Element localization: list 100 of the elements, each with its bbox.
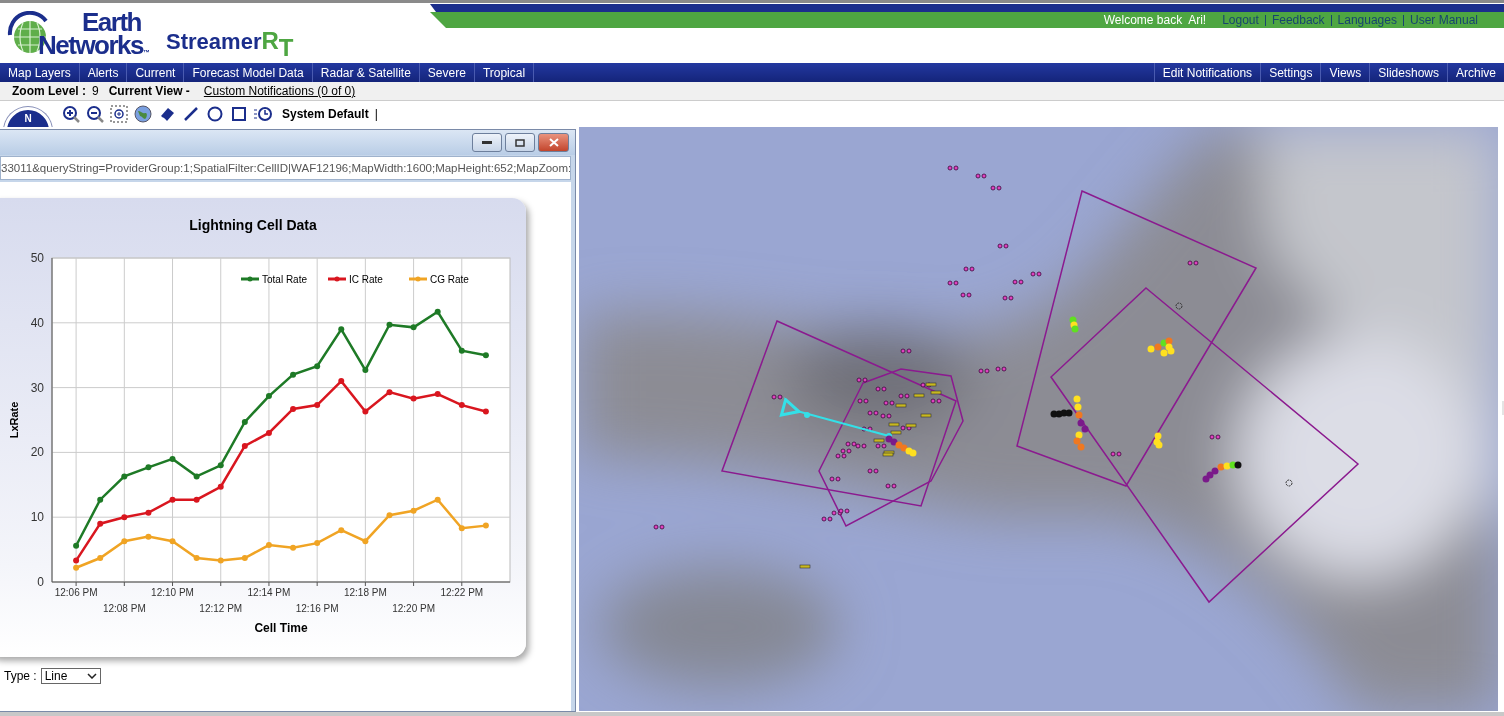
logo-text: Networks [38,33,144,57]
y-axis-title: LxRate [8,401,20,439]
data-point [386,512,393,519]
data-point [410,324,417,331]
strike-marker [905,423,917,428]
product-suffix: R [261,26,279,54]
square-tool-icon[interactable] [230,105,248,123]
eraser-icon[interactable] [158,105,176,123]
data-point [338,527,345,534]
data-point [121,514,128,521]
x-tick-label: 12:18 PM [343,587,387,598]
chart-type-select[interactable]: Line [40,668,101,684]
zoom-out-icon[interactable] [86,105,104,123]
lightning-marker [867,468,879,474]
data-point [169,538,176,545]
lightning-marker [963,266,975,272]
lightning-marker [997,243,1009,249]
data-point [73,542,80,549]
lightning-marker [875,386,887,392]
strike-marker [888,422,900,427]
line-tool-icon[interactable] [182,105,200,123]
address-field[interactable]: 33011&queryString=ProviderGroup:1;SpatialFilter:CellID|WAF12196;MapWidth:1600;MapHeight:652;MapZoom: [0,156,571,180]
data-point [193,473,200,480]
maximize-button[interactable] [505,133,535,152]
y-tick-label: 40 [30,315,44,330]
lightning-marker [861,426,873,432]
chart-title: Lightning Cell Data [189,217,317,233]
lightning-marker [947,165,959,171]
product-suffix: T [278,33,294,62]
data-point [458,402,465,409]
circle-tool-icon[interactable] [206,105,224,123]
lightning-marker [829,476,841,482]
globe-icon[interactable] [134,105,152,123]
data-point [145,509,152,516]
data-point [121,473,128,480]
data-point [482,408,489,415]
data-point [265,542,272,549]
data-point [482,522,489,529]
x-tick-label: 12:14 PM [247,587,291,598]
x-tick-label: 12:20 PM [392,603,435,614]
lightning-marker [653,524,665,530]
zoom-box-icon[interactable] [110,105,128,123]
data-point [145,464,152,471]
y-tick-label: 10 [30,510,44,525]
logo-text: Earth [82,10,141,34]
zoom-in-icon[interactable] [62,105,80,123]
lightning-marker [1030,271,1042,277]
data-point [121,538,128,545]
clock-icon[interactable] [254,105,272,123]
close-icon [548,138,559,147]
lightning-marker [947,280,959,286]
map-background[interactable] [579,127,1498,711]
view-separator: | [374,107,378,121]
lightning-marker [900,425,912,431]
lightning-marker [883,400,895,406]
strike-marker [913,393,925,398]
lightning-marker [1209,434,1221,440]
data-point [217,462,224,469]
notifications-link[interactable]: Custom Notifications (0 of 0) [203,84,356,98]
compass-control[interactable]: N [4,107,52,127]
zoom-label: Zoom Level : [12,84,86,98]
lightning-marker [857,398,869,404]
minimize-button[interactable] [472,133,502,152]
strike-marker [890,430,902,435]
data-point [434,308,441,315]
storm-track-drawing [1069,316,1079,333]
cell-polygon[interactable] [818,368,964,528]
storm-cell-marker [1285,479,1293,487]
lightning-marker [898,393,910,399]
close-button[interactable] [538,133,569,152]
y-tick-label: 30 [30,380,44,395]
data-point [97,520,104,527]
storm-track-drawing [1050,395,1089,451]
data-point [338,378,345,385]
x-tick-label: 12:22 PM [440,587,484,598]
x-tick-label: 12:08 PM [102,603,146,614]
lightning-marker [885,483,897,489]
data-point [193,496,200,503]
maximize-icon [515,138,525,147]
storm-track-drawing [885,435,917,457]
lightning-marker [975,173,987,179]
x-tick-label: 12:16 PM [295,603,339,614]
data-point [314,540,321,547]
lightning-marker [960,292,972,298]
data-point [314,363,321,370]
legend-label: IC Rate [349,274,383,285]
cell-polygon[interactable] [721,320,957,507]
strike-marker [920,413,932,418]
cell-polygon[interactable] [1050,287,1360,604]
lightning-marker [875,443,887,449]
data-point [217,483,224,490]
cell-polygon[interactable] [1016,189,1258,487]
data-point [193,555,200,561]
strike-marker [925,382,937,387]
x-tick-label: 12:06 PM [54,587,98,598]
data-point [169,496,176,503]
view-name: System Default [282,107,369,121]
data-point [265,429,272,436]
data-point [362,538,369,545]
data-point [338,326,345,333]
